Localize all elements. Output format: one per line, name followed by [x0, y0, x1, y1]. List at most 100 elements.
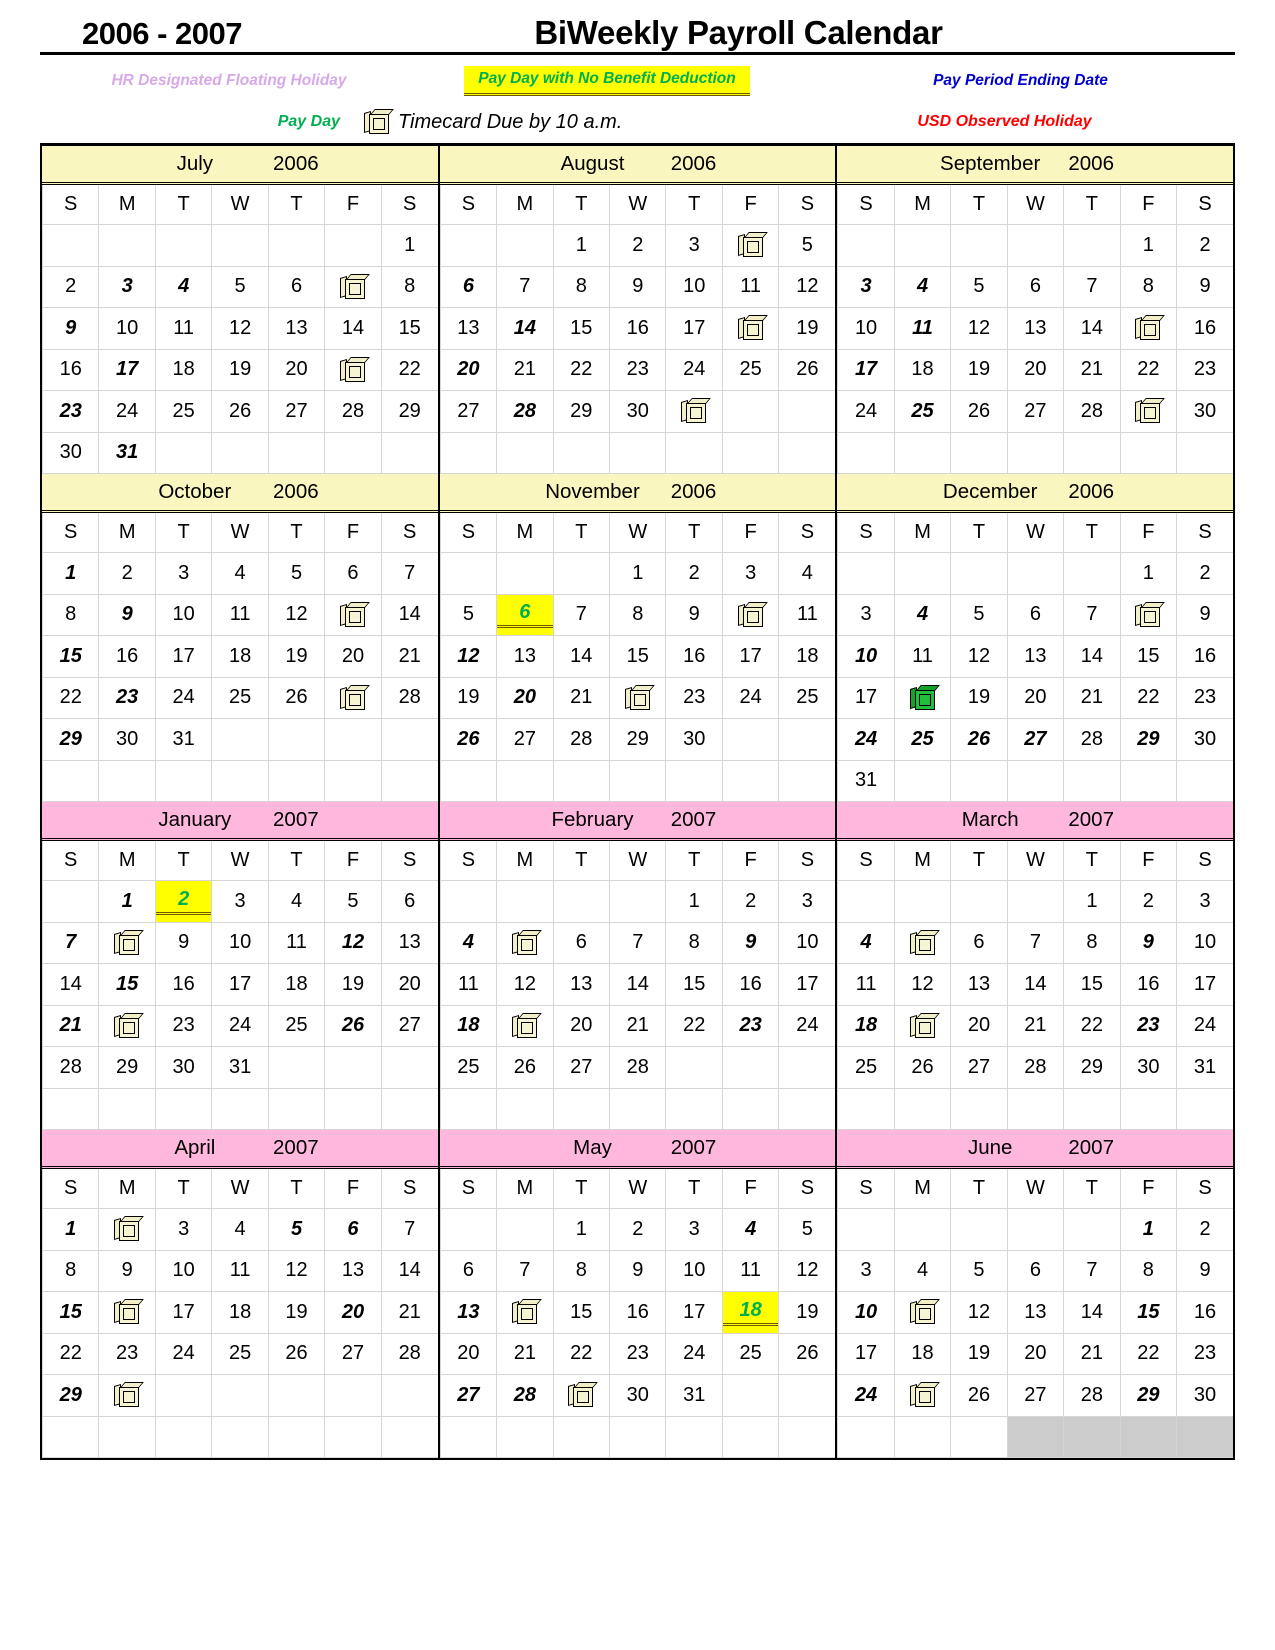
day-cell-timecard[interactable] [609, 676, 667, 719]
day-cell[interactable]: 16 [721, 963, 780, 1006]
day-cell[interactable]: 4 [837, 921, 895, 964]
day-cell[interactable]: 27 [1006, 390, 1065, 433]
day-cell-timecard[interactable] [893, 676, 952, 719]
day-cell[interactable]: 26 [496, 1046, 554, 1089]
day-cell[interactable]: 26 [893, 1046, 952, 1089]
day-cell[interactable]: 23 [98, 676, 156, 719]
day-cell[interactable]: 19 [778, 1291, 836, 1334]
day-cell[interactable]: 30 [609, 390, 667, 433]
day-cell[interactable]: 1 [552, 224, 611, 267]
day-cell[interactable]: 25 [211, 676, 269, 719]
day-cell[interactable]: 13 [439, 307, 498, 350]
day-cell-timecard[interactable] [665, 390, 723, 433]
day-cell[interactable]: 14 [41, 963, 100, 1006]
day-cell[interactable]: 18 [211, 1291, 269, 1334]
day-cell[interactable]: 7 [496, 1249, 554, 1292]
day-cell-timecard[interactable] [324, 265, 382, 308]
day-cell-highlighted[interactable]: 18 [721, 1291, 780, 1334]
day-cell[interactable]: 8 [1063, 921, 1121, 964]
day-cell[interactable]: 20 [1006, 348, 1065, 391]
day-cell[interactable]: 7 [609, 921, 667, 964]
day-cell[interactable]: 24 [837, 390, 895, 433]
day-cell[interactable]: 25 [721, 1332, 780, 1375]
day-cell[interactable]: 13 [1006, 307, 1065, 350]
day-cell[interactable]: 6 [380, 880, 438, 923]
day-cell[interactable]: 10 [778, 921, 836, 964]
day-cell[interactable]: 21 [1006, 1004, 1065, 1047]
day-cell[interactable]: 15 [609, 635, 667, 678]
day-cell[interactable]: 6 [439, 265, 498, 308]
day-cell[interactable]: 23 [665, 676, 723, 719]
day-cell[interactable]: 20 [324, 1291, 382, 1334]
day-cell[interactable]: 17 [837, 676, 895, 719]
day-cell[interactable]: 30 [41, 431, 100, 474]
day-cell[interactable]: 1 [1119, 1208, 1178, 1251]
day-cell-highlighted[interactable]: 2 [154, 880, 213, 923]
day-cell[interactable]: 26 [778, 1332, 836, 1375]
day-cell[interactable]: 31 [98, 431, 156, 474]
day-cell[interactable]: 20 [439, 348, 498, 391]
day-cell[interactable]: 22 [41, 676, 100, 719]
day-cell-timecard[interactable] [893, 1291, 952, 1334]
day-cell[interactable]: 4 [211, 1208, 269, 1251]
day-cell[interactable]: 10 [1176, 921, 1234, 964]
day-cell[interactable]: 2 [41, 265, 100, 308]
day-cell[interactable]: 16 [98, 635, 156, 678]
day-cell[interactable]: 30 [98, 718, 156, 761]
day-cell[interactable]: 9 [98, 593, 156, 636]
day-cell[interactable]: 20 [324, 635, 382, 678]
day-cell[interactable]: 6 [950, 921, 1008, 964]
day-cell[interactable]: 14 [1063, 307, 1121, 350]
day-cell[interactable]: 17 [154, 635, 213, 678]
day-cell[interactable]: 23 [609, 1332, 667, 1375]
day-cell[interactable]: 17 [1176, 963, 1234, 1006]
day-cell[interactable]: 25 [211, 1332, 269, 1375]
day-cell[interactable]: 28 [496, 390, 554, 433]
day-cell[interactable]: 9 [1176, 1249, 1234, 1292]
day-cell[interactable]: 12 [267, 593, 326, 636]
day-cell[interactable]: 16 [1176, 307, 1234, 350]
day-cell[interactable]: 15 [41, 1291, 100, 1334]
day-cell-timecard[interactable] [324, 348, 382, 391]
day-cell[interactable]: 19 [439, 676, 498, 719]
day-cell[interactable]: 4 [211, 552, 269, 595]
day-cell[interactable]: 29 [380, 390, 438, 433]
day-cell-timecard[interactable] [324, 593, 382, 636]
day-cell[interactable]: 2 [1176, 224, 1234, 267]
day-cell[interactable]: 1 [1119, 552, 1178, 595]
day-cell[interactable]: 25 [721, 348, 780, 391]
day-cell[interactable]: 20 [267, 348, 326, 391]
day-cell[interactable]: 25 [893, 718, 952, 761]
day-cell[interactable]: 1 [98, 880, 156, 923]
day-cell[interactable]: 9 [721, 921, 780, 964]
day-cell[interactable]: 20 [439, 1332, 498, 1375]
day-cell[interactable]: 2 [721, 880, 780, 923]
day-cell[interactable]: 15 [1063, 963, 1121, 1006]
day-cell[interactable]: 23 [721, 1004, 780, 1047]
day-cell[interactable]: 10 [665, 1249, 723, 1292]
day-cell[interactable]: 28 [380, 676, 438, 719]
day-cell[interactable]: 13 [324, 1249, 382, 1292]
day-cell[interactable]: 23 [1176, 348, 1234, 391]
day-cell[interactable]: 21 [496, 1332, 554, 1375]
day-cell[interactable]: 14 [496, 307, 554, 350]
day-cell[interactable]: 25 [778, 676, 836, 719]
day-cell[interactable]: 29 [1119, 1374, 1178, 1417]
day-cell[interactable]: 11 [211, 593, 269, 636]
day-cell[interactable]: 3 [837, 265, 895, 308]
day-cell[interactable]: 1 [665, 880, 723, 923]
day-cell-timecard[interactable] [98, 1208, 156, 1251]
day-cell[interactable]: 13 [380, 921, 438, 964]
day-cell[interactable]: 20 [380, 963, 438, 1006]
day-cell[interactable]: 12 [211, 307, 269, 350]
day-cell[interactable]: 24 [837, 1374, 895, 1417]
day-cell-timecard[interactable] [1119, 593, 1178, 636]
day-cell[interactable]: 24 [98, 390, 156, 433]
day-cell[interactable]: 28 [324, 390, 382, 433]
day-cell[interactable]: 7 [552, 593, 611, 636]
day-cell[interactable]: 10 [665, 265, 723, 308]
day-cell[interactable]: 6 [1006, 593, 1065, 636]
day-cell[interactable]: 14 [1006, 963, 1065, 1006]
day-cell[interactable]: 12 [950, 307, 1008, 350]
day-cell[interactable]: 11 [267, 921, 326, 964]
